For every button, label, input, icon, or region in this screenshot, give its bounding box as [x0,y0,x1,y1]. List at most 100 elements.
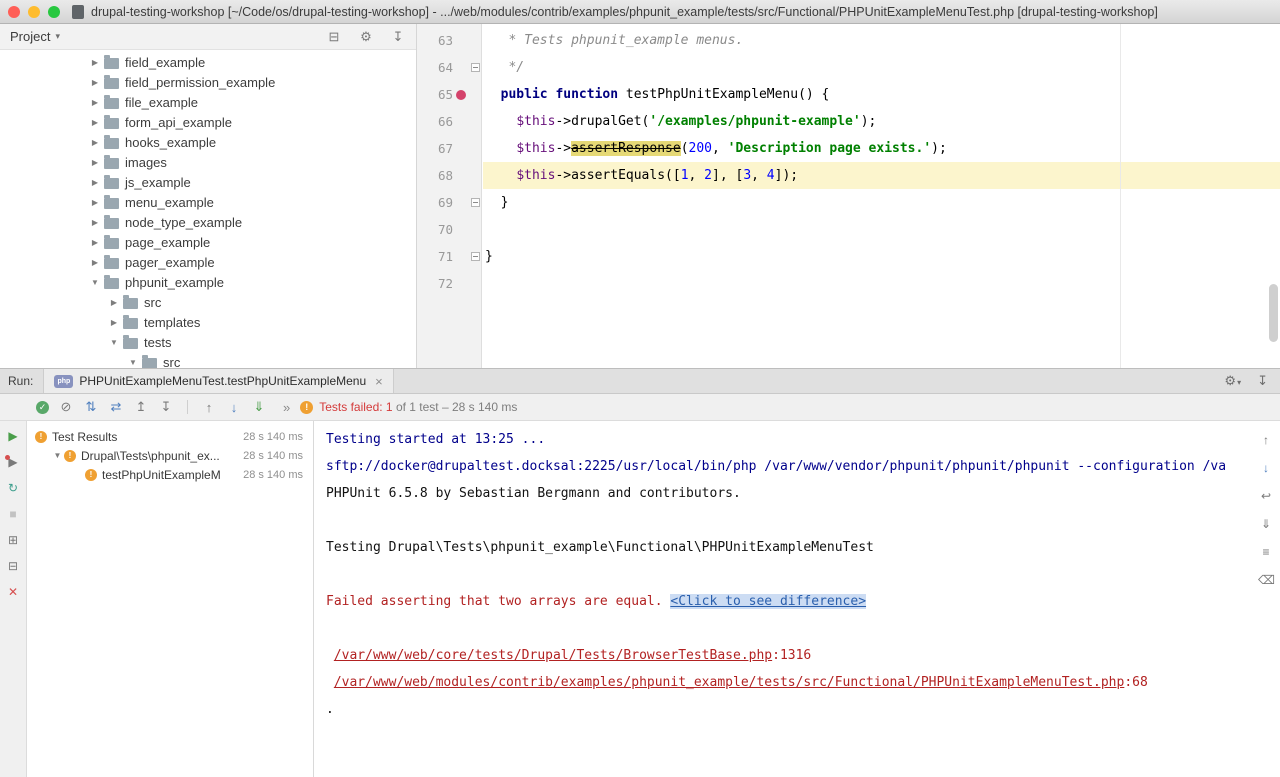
test-tree-row[interactable]: !Test Results28 s 140 ms [27,427,313,446]
code-token: $this [516,141,555,156]
fold-marker-icon[interactable] [471,63,480,72]
code-line[interactable]: 70 [417,216,1280,243]
code-line[interactable]: 63 * Tests phpunit_example menus. [417,27,1280,54]
down-stacktrace-icon[interactable]: ↓ [1258,461,1274,475]
show-passed-icon[interactable]: ✓ [36,401,49,414]
code-line[interactable]: 68 $this->assertEquals([1, 2], [3, 4]); [417,162,1280,189]
import-test-result-icon[interactable]: ⇓ [251,399,267,415]
code-token: 1 [681,168,689,183]
project-tree-item[interactable]: ▶form_api_example [0,112,416,132]
console-text: Testing started at 13:25 ... [326,432,545,447]
scroll-to-end-icon[interactable]: ⇓ [1258,517,1274,531]
project-tree-item[interactable]: ▶js_example [0,172,416,192]
project-tree-item[interactable]: ▶menu_example [0,192,416,212]
chevron-right-icon[interactable]: ▶ [88,178,102,187]
project-tree-item[interactable]: ▶file_example [0,92,416,112]
project-tree-item[interactable]: ▶src [0,292,416,312]
clear-console-icon[interactable]: ⌫ [1258,573,1274,587]
test-console[interactable]: Testing started at 13:25 ...sftp://docke… [314,421,1252,777]
failed-test-marker-icon[interactable] [456,90,466,100]
code-token [485,141,516,156]
code-token: ->drupalGet( [555,114,649,129]
test-tree-row[interactable]: ▼!Drupal\Tests\phpunit_ex...28 s 140 ms [27,446,313,465]
chevron-right-icon[interactable]: ▶ [107,318,121,327]
chevron-right-icon[interactable]: ▶ [88,258,102,267]
folder-name: images [125,155,167,170]
code-line[interactable]: 66 $this->drupalGet('/examples/phpunit-e… [417,108,1280,135]
chevron-more-icon[interactable]: » [283,400,290,415]
project-tree-item[interactable]: ▼phpunit_example [0,272,416,292]
window-close-button[interactable] [8,6,20,18]
test-tree-row[interactable]: !testPhpUnitExampleM28 s 140 ms [27,465,313,484]
project-tree-item[interactable]: ▼src [0,352,416,368]
folder-icon [104,258,119,269]
stop-icon[interactable]: ■ [5,507,21,521]
chevron-right-icon[interactable]: ▶ [88,158,102,167]
code-line[interactable]: 67 $this->assertResponse(200, 'Descripti… [417,135,1280,162]
project-tree-item[interactable]: ▶templates [0,312,416,332]
chevron-down-icon[interactable]: ▼ [51,451,64,460]
sort-alphabetically-icon[interactable]: ⇅ [83,399,99,415]
gutter-marker-cell [453,108,468,135]
editor[interactable]: 63 * Tests phpunit_example menus.64 */65… [417,24,1280,368]
print-icon[interactable]: ≡ [1258,545,1274,559]
window-zoom-button[interactable] [48,6,60,18]
project-tree-item[interactable]: ▶ images [0,152,416,172]
collapse-all-icon[interactable]: ↧ [158,399,174,415]
run-tab[interactable]: php PHPUnitExampleMenuTest.testPhpUnitEx… [43,369,393,393]
collapse-all-icon[interactable]: ⊟ [326,29,342,45]
project-tree-item[interactable]: ▶field_example [0,52,416,72]
rerun-failed-tests-icon[interactable]: ▶ [5,455,21,469]
chevron-right-icon[interactable]: ▶ [88,198,102,207]
project-tree-item[interactable]: ▶pager_example [0,252,416,272]
code-line[interactable]: 71} [417,243,1280,270]
project-tool-button[interactable]: Project ▾ [10,29,60,44]
chevron-right-icon[interactable]: ▶ [88,58,102,67]
project-tree-item[interactable]: ▶page_example [0,232,416,252]
next-failed-test-icon[interactable]: ↓ [226,400,242,415]
project-tree-item[interactable]: ▶hooks_example [0,132,416,152]
chevron-right-icon[interactable]: ▶ [107,298,121,307]
previous-failed-test-icon[interactable]: ↑ [201,400,217,415]
chevron-right-icon[interactable]: ▶ [88,118,102,127]
fold-marker-icon[interactable] [471,252,480,261]
stack-trace-link[interactable]: /var/www/web/modules/contrib/examples/ph… [334,675,1125,690]
restore-layout-icon[interactable]: ⊞ [5,533,21,547]
rerun-test-icon[interactable]: ▶ [5,429,21,443]
stack-trace-link[interactable]: /var/www/web/core/tests/Drupal/Tests/Bro… [334,648,772,663]
code-line[interactable]: 69 } [417,189,1280,216]
editor-scrollbar[interactable] [1269,284,1278,342]
project-tree-item[interactable]: ▶node_type_example [0,212,416,232]
up-stacktrace-icon[interactable]: ↑ [1258,433,1274,447]
chevron-right-icon[interactable]: ▶ [88,138,102,147]
close-icon[interactable]: ✕ [5,585,21,599]
project-tree-item[interactable]: ▼tests [0,332,416,352]
toolbar-separator [187,400,188,414]
fold-marker-icon[interactable] [471,198,480,207]
project-tree-item[interactable]: ▶field_permission_example [0,72,416,92]
diff-link[interactable]: <Click to see difference> [670,594,866,609]
soft-wrap-icon[interactable]: ↩ [1258,489,1274,503]
chevron-down-icon[interactable]: ▼ [88,278,102,287]
settings-gear-icon[interactable]: ⚙▾ [1224,373,1241,389]
toggle-auto-test-icon[interactable]: ↻ [5,481,21,495]
sort-by-duration-icon[interactable]: ⇄ [108,399,124,415]
window-minimize-button[interactable] [28,6,40,18]
expand-all-icon[interactable]: ↥ [133,399,149,415]
close-tab-icon[interactable]: × [375,374,383,389]
code-line[interactable]: 72 [417,270,1280,297]
chevron-down-icon[interactable]: ▼ [107,338,121,347]
code-line[interactable]: 64 */ [417,54,1280,81]
pin-tab-icon[interactable]: ⊟ [5,559,21,573]
code-token: * Tests phpunit_example menus. [485,33,743,48]
hide-panel-icon[interactable]: ↧ [390,29,406,45]
show-ignored-icon[interactable]: ⊘ [58,399,74,415]
settings-gear-icon[interactable]: ⚙ [358,29,374,45]
chevron-right-icon[interactable]: ▶ [88,218,102,227]
hide-panel-icon[interactable]: ↧ [1257,373,1268,389]
chevron-right-icon[interactable]: ▶ [88,98,102,107]
code-line[interactable]: 65 public function testPhpUnitExampleMen… [417,81,1280,108]
chevron-right-icon[interactable]: ▶ [88,78,102,87]
chevron-right-icon[interactable]: ▶ [88,238,102,247]
chevron-down-icon[interactable]: ▼ [126,358,140,367]
